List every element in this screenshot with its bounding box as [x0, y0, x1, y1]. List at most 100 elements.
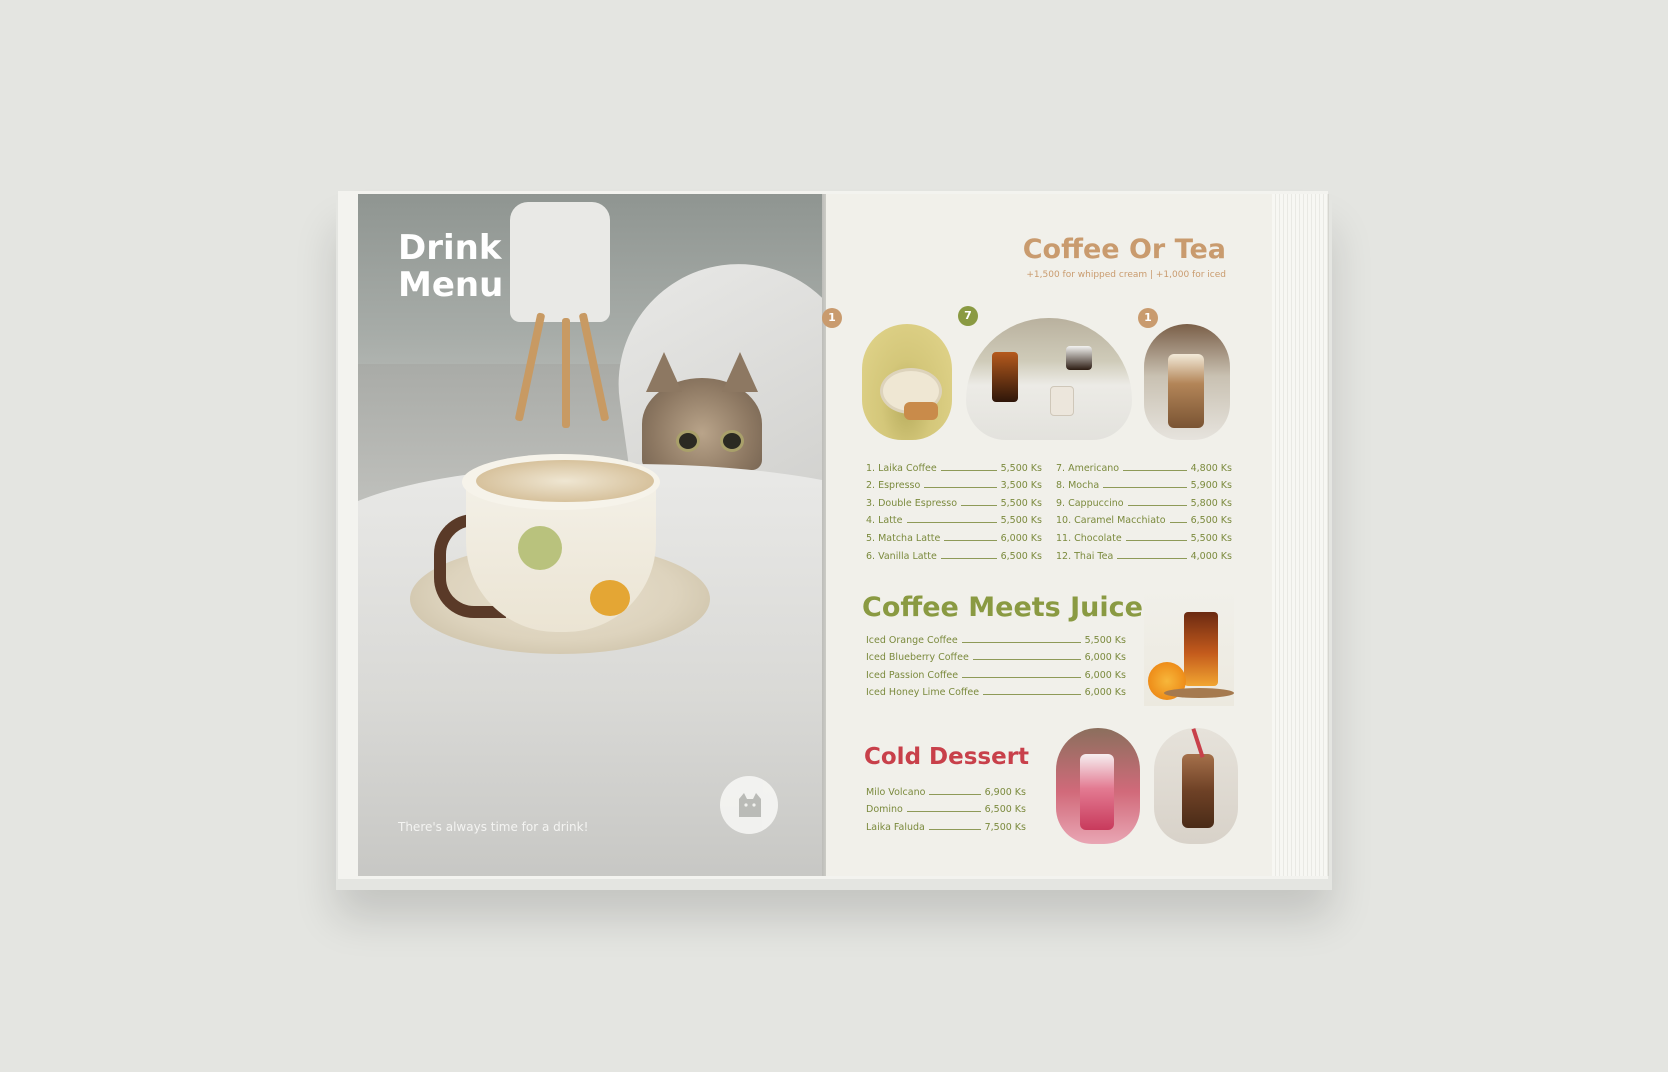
milo-volcano-photo [1154, 728, 1238, 844]
menu-item: 1. Laika Coffee 5,500 Ks [866, 456, 1042, 474]
cat-logo-icon [720, 776, 778, 834]
cat-eye [676, 430, 700, 452]
menu-item: Domino 6,500 Ks [866, 798, 1026, 816]
menu-item-price: 6,500 Ks [984, 804, 1026, 816]
leader-line [1169, 522, 1187, 524]
iced-coffee-photo [1144, 324, 1230, 440]
leader-line [944, 539, 997, 541]
cup-flower-decoration [590, 580, 630, 616]
menu-item-price: 7,500 Ks [984, 821, 1026, 833]
leader-line [1123, 469, 1187, 471]
menu-item-name: Laika Faluda [866, 821, 925, 833]
menu-item-price: 4,000 Ks [1190, 550, 1232, 562]
menu-item: 6. Vanilla Latte 6,500 Ks [866, 544, 1042, 562]
right-page-menu: Coffee Or Tea +1,500 for whipped cream |… [822, 194, 1272, 876]
cat-eye [720, 430, 744, 452]
menu-title-line2: Menu [398, 265, 504, 305]
menu-item-name: 2. Espresso [866, 480, 921, 492]
menu-item-name: 10. Caramel Macchiato [1056, 515, 1166, 527]
menu-item-name: 5. Matcha Latte [866, 532, 941, 544]
cat-logo-svg [739, 793, 761, 817]
orange-coffee-photo [1144, 588, 1234, 706]
cold-dessert-list: Milo Volcano 6,900 Ks Domino 6,500 Ks Laik… [866, 780, 1026, 833]
menu-item: 10. Caramel Macchiato 6,500 Ks [1056, 509, 1232, 527]
cat-ear [646, 352, 682, 392]
menu-item-price: 5,900 Ks [1190, 480, 1232, 492]
menu-item: Iced Honey Lime Coffee 6,000 Ks [866, 681, 1126, 699]
cat-ear [722, 352, 758, 392]
menu-item-name: 1. Laika Coffee [866, 462, 937, 474]
menu-item-price: 6,000 Ks [1084, 687, 1126, 699]
menu-item: 7. Americano 4,800 Ks [1056, 456, 1232, 474]
menu-item-price: 6,500 Ks [1000, 550, 1042, 562]
menu-item-price: 6,900 Ks [984, 786, 1026, 798]
menu-item-name: 6. Vanilla Latte [866, 550, 937, 562]
menu-item: Iced Orange Coffee 5,500 Ks [866, 628, 1126, 646]
chair-leg [562, 318, 570, 428]
menu-item: Milo Volcano 6,900 Ks [866, 780, 1026, 798]
menu-item-name: Iced Passion Coffee [866, 669, 959, 681]
left-page-photo: Drink Menu There's always time for a dri… [358, 194, 822, 876]
menu-item-name: Iced Honey Lime Coffee [866, 687, 980, 699]
menu-item-price: 5,500 Ks [1000, 462, 1042, 474]
menu-item-price: 6,000 Ks [1084, 669, 1126, 681]
coffee-juice-list: Iced Orange Coffee 5,500 Ks Iced Blueberr… [866, 628, 1126, 699]
menu-item: Iced Blueberry Coffee 6,000 Ks [866, 646, 1126, 664]
cat-image [642, 352, 762, 470]
leader-line [961, 641, 1081, 643]
leader-line [1103, 487, 1187, 489]
menu-item: 8. Mocha 5,900 Ks [1056, 474, 1232, 492]
menu-item: 11. Chocolate 5,500 Ks [1056, 526, 1232, 544]
menu-item-name: Iced Orange Coffee [866, 634, 958, 646]
leader-line [983, 694, 1081, 696]
leader-line [1127, 504, 1187, 506]
cup-flower-decoration [518, 526, 562, 570]
menu-item: 4. Latte 5,500 Ks [866, 509, 1042, 527]
leader-line [1125, 539, 1187, 541]
menu-item-price: 5,800 Ks [1190, 497, 1232, 509]
leader-line [924, 487, 997, 489]
menu-item-name: 8. Mocha [1056, 480, 1100, 492]
latte-foam [476, 460, 654, 502]
menu-item-name: 9. Cappuccino [1056, 497, 1124, 509]
coffee-tea-list-right: 7. Americano 4,800 Ks 8. Mocha 5,900 Ks 9.… [1056, 456, 1232, 562]
cold-dessert-title: Cold Dessert [864, 744, 1030, 770]
menu-item-price: 6,500 Ks [1190, 515, 1232, 527]
page-edges [1272, 194, 1329, 876]
item-number-badge: 1 [1138, 308, 1158, 328]
latte-photo [862, 324, 952, 440]
coffee-or-tea-title: Coffee Or Tea [1022, 234, 1226, 265]
menu-item-name: 3. Double Espresso [866, 497, 958, 509]
menu-item-price: 5,500 Ks [1000, 515, 1042, 527]
leader-line [940, 469, 997, 471]
menu-item-price: 5,500 Ks [1084, 634, 1126, 646]
menu-item-price: 6,000 Ks [1084, 652, 1126, 664]
menu-item-name: Milo Volcano [866, 786, 926, 798]
menu-item: 3. Double Espresso 5,500 Ks [866, 491, 1042, 509]
menu-item: 12. Thai Tea 4,000 Ks [1056, 544, 1232, 562]
menu-item: Iced Passion Coffee 6,000 Ks [866, 663, 1126, 681]
menu-title: Drink Menu [398, 230, 503, 304]
leader-line [928, 828, 981, 830]
leader-line [929, 793, 981, 795]
leader-line [972, 659, 1081, 661]
chair-image [510, 202, 610, 322]
leader-line [962, 676, 1081, 678]
menu-item-price: 5,500 Ks [1190, 532, 1232, 544]
menu-item-price: 3,500 Ks [1000, 480, 1042, 492]
menu-item-price: 4,800 Ks [1190, 462, 1232, 474]
tagline: There's always time for a drink! [398, 820, 589, 834]
leader-line [906, 811, 981, 813]
menu-item-name: 7. Americano [1056, 462, 1120, 474]
coffee-or-tea-subtitle: +1,500 for whipped cream | +1,000 for ic… [1026, 270, 1226, 280]
menu-item-price: 5,500 Ks [1000, 497, 1042, 509]
coffee-tea-list-left: 1. Laika Coffee 5,500 Ks 2. Espresso 3,500… [866, 456, 1042, 562]
leader-line [1117, 557, 1187, 559]
menu-item-name: Domino [866, 804, 903, 816]
menu-item: 9. Cappuccino 5,800 Ks [1056, 491, 1232, 509]
menu-item: 2. Espresso 3,500 Ks [866, 474, 1042, 492]
menu-item-name: 4. Latte [866, 515, 903, 527]
menu-item-price: 6,000 Ks [1000, 532, 1042, 544]
faluda-photo [1056, 728, 1140, 844]
coffee-meets-juice-title: Coffee Meets Juice [862, 592, 1143, 623]
